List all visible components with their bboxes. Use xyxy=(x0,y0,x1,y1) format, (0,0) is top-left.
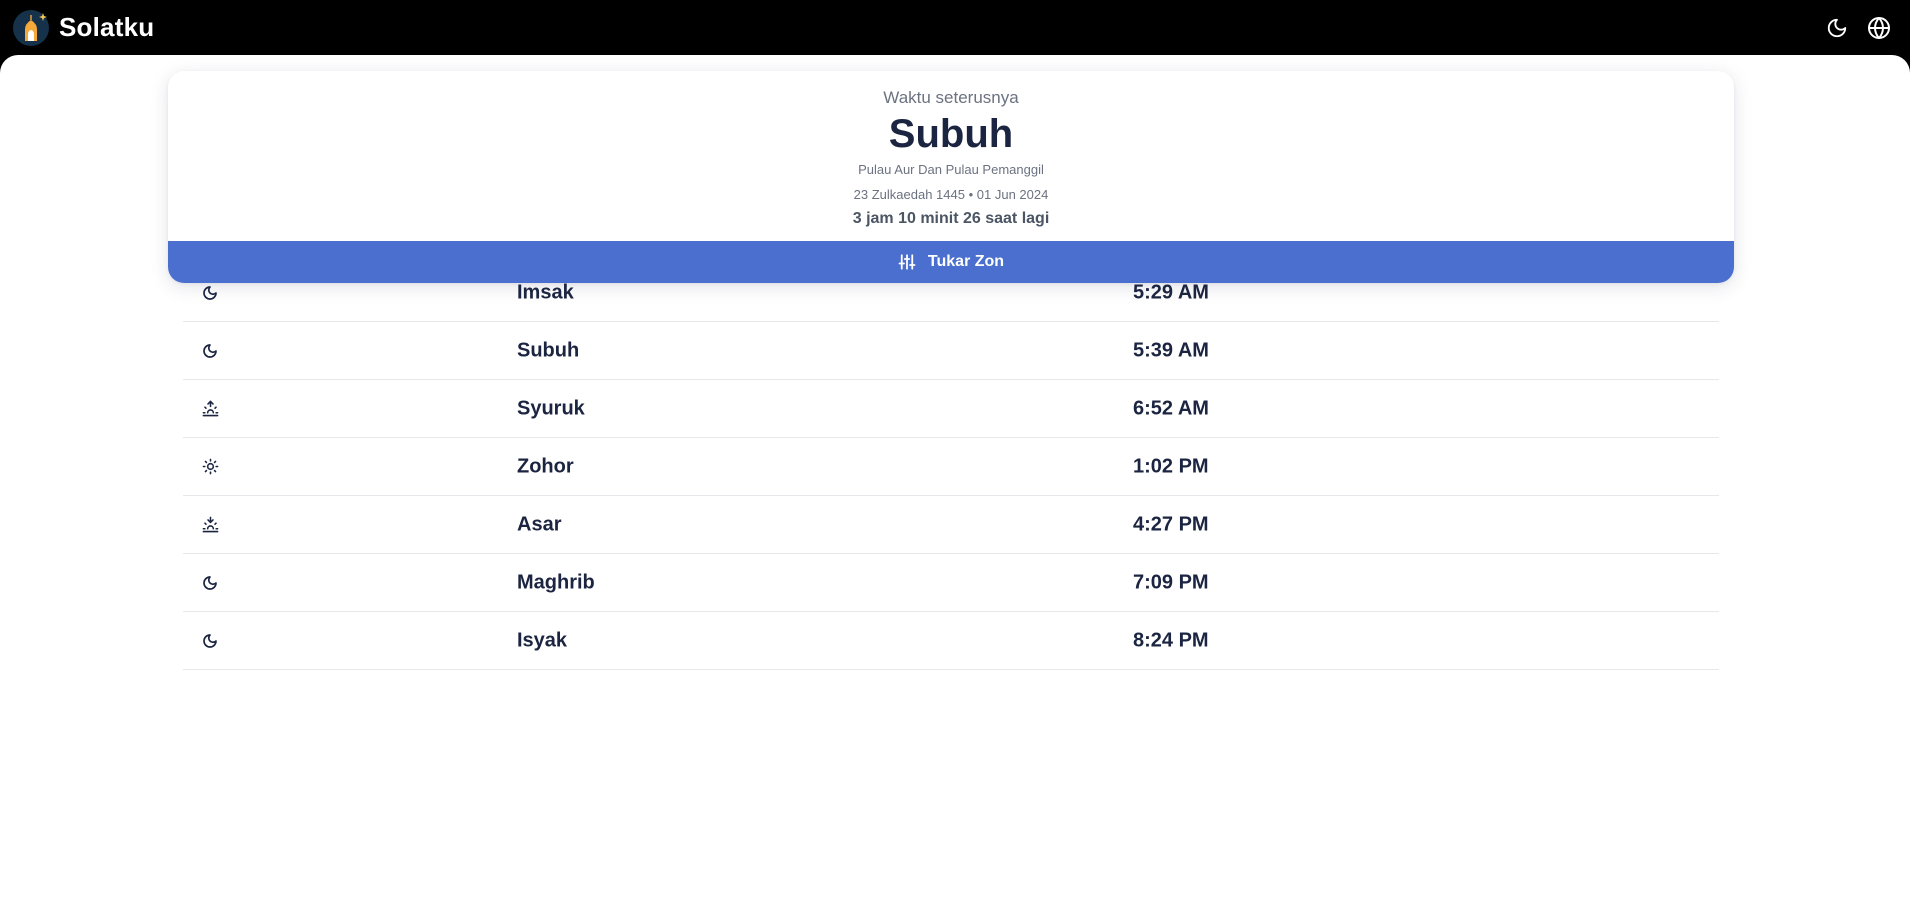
prayer-name: Maghrib xyxy=(517,571,595,593)
hijri-date: 23 Zulkaedah 1445 xyxy=(853,187,965,202)
next-prayer-name: Subuh xyxy=(888,112,1014,156)
prayer-row-isyak: Isyak 8:24 PM xyxy=(183,612,1719,670)
countdown: 3 jam 10 minit 26 saat lagi xyxy=(852,210,1050,227)
prayer-row-zohor: Zohor 1:02 PM xyxy=(183,438,1719,496)
moon-icon xyxy=(201,574,219,592)
prayer-time: 4:27 PM xyxy=(1133,513,1209,535)
moon-icon xyxy=(201,284,219,302)
app-name: Solatku xyxy=(59,12,155,42)
globe-icon[interactable] xyxy=(1866,15,1892,41)
prayer-name: Imsak xyxy=(517,281,574,303)
date-line: 23 Zulkaedah 1445 • 01 Jun 2024 xyxy=(168,186,1734,204)
gregorian-date: 01 Jun 2024 xyxy=(976,187,1049,202)
next-prayer-card: Waktu seterusnya Subuh Pulau Aur Dan Pul… xyxy=(168,71,1734,283)
top-bar: Solatku xyxy=(0,0,1910,55)
prayer-name: Subuh xyxy=(517,339,580,361)
prayer-time: 1:02 PM xyxy=(1133,455,1209,477)
prayer-name: Zohor xyxy=(517,455,574,477)
prayer-row-asar: Asar 4:27 PM xyxy=(183,496,1719,554)
prayer-time: 8:24 PM xyxy=(1133,629,1209,651)
sunrise-icon xyxy=(201,400,219,418)
prayer-row-syuruk: Syuruk 6:52 AM xyxy=(183,380,1719,438)
prayer-name: Asar xyxy=(517,513,562,535)
prayer-time: 5:39 AM xyxy=(1133,339,1209,361)
date-separator: • xyxy=(968,187,974,202)
prayer-name: Syuruk xyxy=(517,397,585,419)
prayer-row-subuh: Subuh 5:39 AM xyxy=(183,322,1719,380)
moon-icon xyxy=(201,632,219,650)
prayer-row-maghrib: Maghrib 7:09 PM xyxy=(183,554,1719,612)
prayer-row-imsak: Imsak 5:29 AM xyxy=(183,264,1719,322)
prayer-times-list: Imsak 5:29 AM Subuh 5:39 AM Syuruk 6:52 … xyxy=(183,264,1719,670)
prayer-name: Isyak xyxy=(517,629,568,651)
moon-icon xyxy=(201,342,219,360)
header-actions xyxy=(1824,15,1892,41)
next-prayer-label: Waktu seterusnya xyxy=(883,88,1019,107)
brand[interactable]: Solatku xyxy=(12,9,154,47)
prayer-time: 7:09 PM xyxy=(1133,571,1209,593)
prayer-time: 5:29 AM xyxy=(1133,281,1209,303)
moon-icon[interactable] xyxy=(1824,15,1850,41)
sunset-icon xyxy=(201,516,219,534)
zone-name: Pulau Aur Dan Pulau Pemanggil xyxy=(858,162,1044,177)
mosque-logo-icon xyxy=(12,9,50,47)
sun-icon xyxy=(201,458,219,476)
prayer-time: 6:52 AM xyxy=(1133,397,1209,419)
